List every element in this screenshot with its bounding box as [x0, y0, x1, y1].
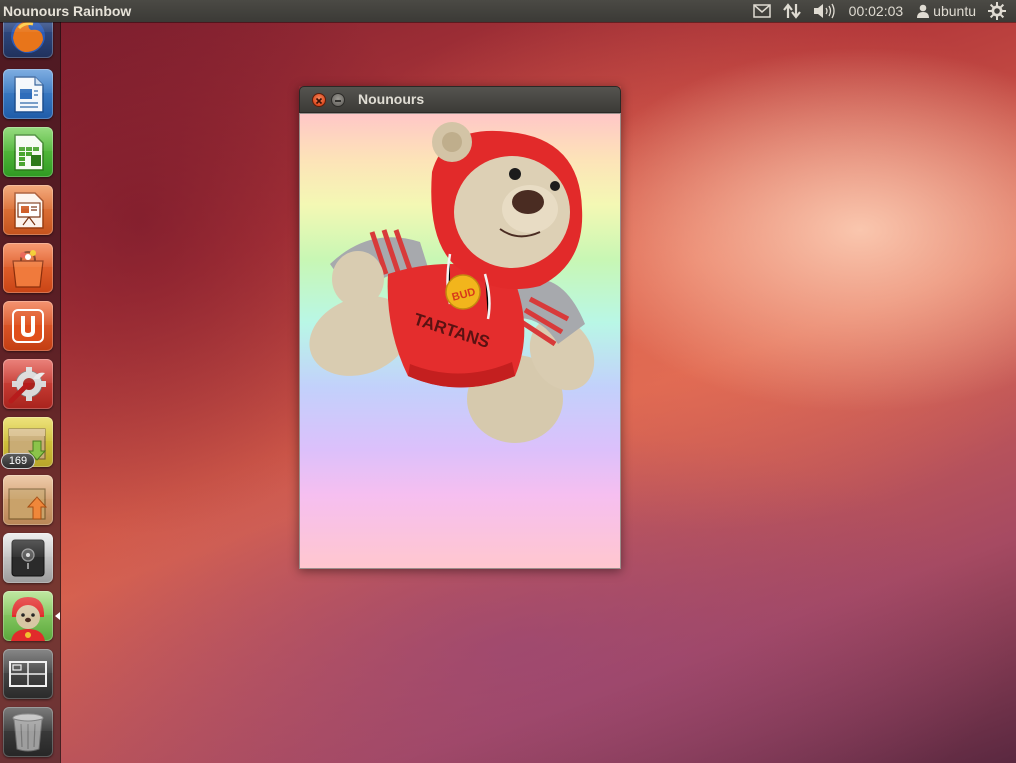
ubuntu-one-icon — [12, 309, 44, 343]
libreoffice-impress-icon — [14, 192, 44, 229]
window-titlebar[interactable]: Nounours — [299, 86, 621, 113]
active-app-indicator — [55, 612, 60, 620]
window-title: Nounours — [358, 91, 425, 107]
system-settings-icon — [8, 367, 46, 404]
volume-icon[interactable] — [807, 0, 841, 22]
libreoffice-writer-icon — [14, 76, 44, 113]
launcher-nounours[interactable] — [3, 591, 53, 641]
ubuntu-software-center-icon — [12, 250, 44, 288]
libreoffice-calc-icon — [14, 134, 44, 171]
teddy-bear-image: TARTANS BUD — [309, 122, 595, 443]
launcher-ubuntu-one[interactable] — [3, 301, 53, 351]
launcher-update-manager[interactable] — [3, 475, 53, 525]
launcher-impress[interactable] — [3, 185, 53, 235]
nounours-teddy-icon — [11, 597, 45, 641]
update-count-badge: 169 — [1, 453, 35, 469]
update-manager-icon — [8, 488, 48, 520]
rainbow-canvas[interactable]: TARTANS BUD — [299, 113, 621, 569]
minimize-button[interactable] — [331, 93, 345, 107]
minimize-icon — [335, 100, 341, 102]
launcher-writer[interactable] — [3, 69, 53, 119]
network-icon[interactable] — [777, 0, 807, 22]
user-menu[interactable]: ubuntu — [911, 0, 982, 22]
launcher-safe[interactable] — [3, 533, 53, 583]
active-app-title: Nounours Rainbow — [3, 3, 132, 19]
workspace-switcher-icon — [9, 661, 47, 687]
clock[interactable]: 00:02:03 — [841, 0, 912, 22]
safe-icon — [11, 539, 45, 577]
launcher-software-center[interactable] — [3, 243, 53, 293]
mail-icon[interactable] — [747, 0, 777, 22]
trash-icon — [12, 713, 44, 752]
launcher-system-settings[interactable] — [3, 359, 53, 409]
power-gear-icon[interactable] — [982, 0, 1012, 22]
user-icon — [917, 4, 930, 18]
launcher-trash[interactable] — [3, 707, 53, 757]
launcher-workspace-switcher[interactable] — [3, 649, 53, 699]
top-panel: Nounours Rainbow 00:02:03 ubuntu — [0, 0, 1016, 22]
launcher — [0, 8, 61, 763]
close-icon — [315, 97, 323, 105]
desktop-background: Nounours Rainbow 00:02:03 ubuntu 169 Nou… — [0, 0, 1016, 763]
close-button[interactable] — [312, 93, 326, 107]
nounours-window: Nounours TARTANS BUD — [299, 86, 621, 569]
launcher-calc[interactable] — [3, 127, 53, 177]
user-name: ubuntu — [933, 3, 976, 19]
indicator-area: 00:02:03 ubuntu — [747, 0, 1012, 22]
